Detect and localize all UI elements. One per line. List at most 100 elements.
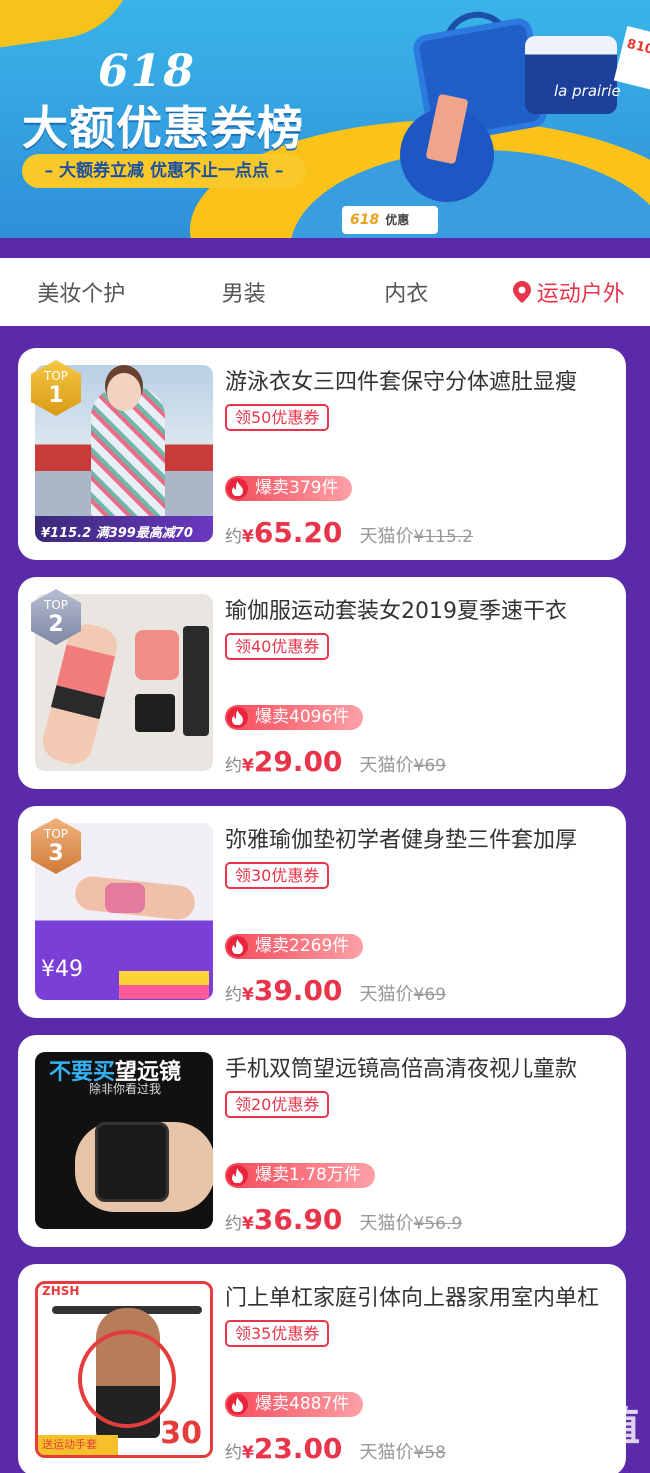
coupon-button[interactable]: 领30优惠券 bbox=[225, 862, 330, 889]
product-title[interactable]: 弥雅瑜伽垫初学者健身垫三件套加厚 bbox=[225, 822, 613, 854]
location-pin-icon bbox=[512, 281, 531, 303]
tmall-label: 天猫价 bbox=[359, 526, 414, 547]
currency: ¥ bbox=[242, 985, 254, 1005]
tmall-label: 天猫价 bbox=[359, 755, 414, 776]
tmall-label: 天猫价 bbox=[359, 1213, 414, 1234]
product-card[interactable]: TOP 2 瑜伽服运动套装女2019夏季速干衣 领40优惠券 爆卖4096件 约… bbox=[18, 577, 626, 789]
category-tabs: 美妆个护 男装 内衣 运动户外 bbox=[0, 258, 650, 326]
tmall-price: ¥115.2 bbox=[413, 527, 473, 547]
binoculars-image bbox=[95, 1122, 169, 1202]
sales-badge: 爆卖2269件 bbox=[225, 934, 364, 959]
promo-banner[interactable]: 618 大额优惠券榜 – 大额券立减 优惠不止一点点 – la prairie … bbox=[0, 0, 650, 238]
product-title[interactable]: 门上单杠家庭引体向上器家用室内单杠 bbox=[225, 1280, 613, 1312]
coupon-button[interactable]: 领20优惠券 bbox=[225, 1091, 330, 1118]
banner-subtitle: – 大额券立减 优惠不止一点点 – bbox=[22, 154, 306, 188]
price-row: 约¥23.00 天猫价¥58 bbox=[225, 1432, 446, 1465]
tmall-price: ¥69 bbox=[413, 985, 446, 1005]
sales-badge: 爆卖379件 bbox=[225, 476, 353, 501]
banner-618-logo: 618 bbox=[98, 46, 196, 97]
product-title[interactable]: 瑜伽服运动套装女2019夏季速干衣 bbox=[225, 593, 613, 625]
tab-underwear[interactable]: 内衣 bbox=[325, 258, 488, 326]
ban-sign-icon bbox=[78, 1330, 176, 1428]
tmall-label: 天猫价 bbox=[359, 984, 414, 1005]
approx-label: 约 bbox=[225, 1214, 242, 1234]
coupon-button[interactable]: 领50优惠券 bbox=[225, 404, 330, 431]
currency: ¥ bbox=[242, 1214, 254, 1234]
cream-jar-image bbox=[525, 36, 617, 114]
rank-top: TOP bbox=[43, 369, 68, 383]
model-face bbox=[107, 373, 141, 411]
product-image[interactable]: ZHSH 送运动手套 30 bbox=[35, 1281, 213, 1458]
price-row: 约¥36.90 天猫价¥56.9 bbox=[225, 1203, 462, 1236]
banner-decoration bbox=[0, 0, 145, 53]
sales-text: 爆卖1.78万件 bbox=[255, 1165, 361, 1185]
approx-label: 约 bbox=[225, 985, 242, 1005]
stamp-618: 618 bbox=[350, 212, 380, 228]
fire-icon bbox=[227, 478, 248, 499]
tab-label: 运动户外 bbox=[536, 282, 625, 307]
tab-label: 内衣 bbox=[384, 282, 429, 307]
price: 65.20 bbox=[253, 516, 343, 549]
coupon-button[interactable]: 领35优惠券 bbox=[225, 1320, 330, 1347]
fire-icon bbox=[227, 1394, 248, 1415]
tab-menswear[interactable]: 男装 bbox=[163, 258, 326, 326]
shirt-image bbox=[135, 630, 179, 680]
price-row: 约¥65.20 天猫价¥115.2 bbox=[225, 516, 473, 549]
product-list: ¥115.2 满399最高减70 TOP 1 游泳衣女三四件套保守分体遮肚显瘦 … bbox=[18, 348, 626, 1473]
product-card[interactable]: 不要买望远镜 除非你看过我 手机双筒望远镜高倍高清夜视儿童款 领20优惠券 爆卖… bbox=[18, 1035, 626, 1247]
currency: ¥ bbox=[242, 527, 254, 547]
fire-icon bbox=[227, 936, 248, 957]
currency: ¥ bbox=[242, 1443, 254, 1463]
rank-number: 1 bbox=[48, 383, 64, 408]
product-card[interactable]: ¥49 TOP 3 弥雅瑜伽垫初学者健身垫三件套加厚 领30优惠券 爆卖2269… bbox=[18, 806, 626, 1018]
thumb-price: ¥49 bbox=[41, 957, 83, 982]
thumb-subline: 除非你看过我 bbox=[89, 1082, 162, 1096]
tab-label: 美妆个护 bbox=[37, 282, 126, 307]
banner-stamp: 618 优惠 bbox=[342, 206, 438, 234]
currency: ¥ bbox=[242, 756, 254, 776]
promo-strip bbox=[119, 985, 209, 999]
shorts-image bbox=[135, 694, 175, 732]
price: 36.90 bbox=[253, 1203, 343, 1236]
watermark-url: zhizhizhi.com bbox=[516, 1452, 604, 1467]
sales-text: 爆卖4096件 bbox=[255, 707, 350, 727]
thumb-coupon-amount: 30 bbox=[160, 1416, 202, 1451]
sales-badge: 爆卖4887件 bbox=[225, 1392, 364, 1417]
rank-top: TOP bbox=[43, 827, 68, 841]
model-shirt bbox=[105, 883, 145, 913]
product-title[interactable]: 游泳衣女三四件套保守分体遮肚显瘦 bbox=[225, 364, 613, 396]
price: 39.00 bbox=[253, 974, 343, 1007]
tmall-price: ¥58 bbox=[413, 1443, 446, 1463]
promo-strip bbox=[119, 971, 209, 985]
sales-badge: 爆卖1.78万件 bbox=[225, 1163, 375, 1188]
fire-icon bbox=[227, 1165, 248, 1186]
price-row: 约¥39.00 天猫价¥69 bbox=[225, 974, 446, 1007]
tab-beauty[interactable]: 美妆个护 bbox=[0, 258, 163, 326]
brand-logo: ZHSH bbox=[42, 1284, 80, 1298]
sales-text: 爆卖379件 bbox=[255, 478, 339, 498]
product-image[interactable]: 不要买望远镜 除非你看过我 bbox=[35, 1052, 213, 1229]
tmall-price: ¥56.9 bbox=[413, 1214, 463, 1234]
coupon-button[interactable]: 领40优惠券 bbox=[225, 633, 330, 660]
product-card[interactable]: ¥115.2 满399最高减70 TOP 1 游泳衣女三四件套保守分体遮肚显瘦 … bbox=[18, 348, 626, 560]
price: 23.00 bbox=[253, 1432, 343, 1465]
sales-text: 爆卖4887件 bbox=[255, 1394, 350, 1414]
tmall-price: ¥69 bbox=[413, 756, 446, 776]
price: 29.00 bbox=[253, 745, 343, 778]
rank-number: 3 bbox=[48, 841, 64, 866]
approx-label: 约 bbox=[225, 756, 242, 776]
rank-top: TOP bbox=[43, 598, 68, 612]
watermark: 值值值 zhizhizhi.com bbox=[516, 1394, 642, 1467]
fire-icon bbox=[227, 707, 248, 728]
product-title[interactable]: 手机双筒望远镜高倍高清夜视儿童款 bbox=[225, 1051, 613, 1083]
approx-label: 约 bbox=[225, 527, 242, 547]
watermark-logo: 值值值 bbox=[516, 1404, 642, 1450]
sales-text: 爆卖2269件 bbox=[255, 936, 350, 956]
leggings-image bbox=[183, 626, 209, 736]
price-row: 约¥29.00 天猫价¥69 bbox=[225, 745, 446, 778]
tab-outdoor-sports[interactable]: 运动户外 bbox=[488, 258, 650, 326]
tmall-label: 天猫价 bbox=[359, 1442, 414, 1463]
price-tag-image: 810 bbox=[613, 25, 650, 91]
thumb-promo: ¥115.2 满399最高减70 bbox=[35, 516, 213, 542]
thumb-gift: 送运动手套 bbox=[38, 1435, 118, 1455]
